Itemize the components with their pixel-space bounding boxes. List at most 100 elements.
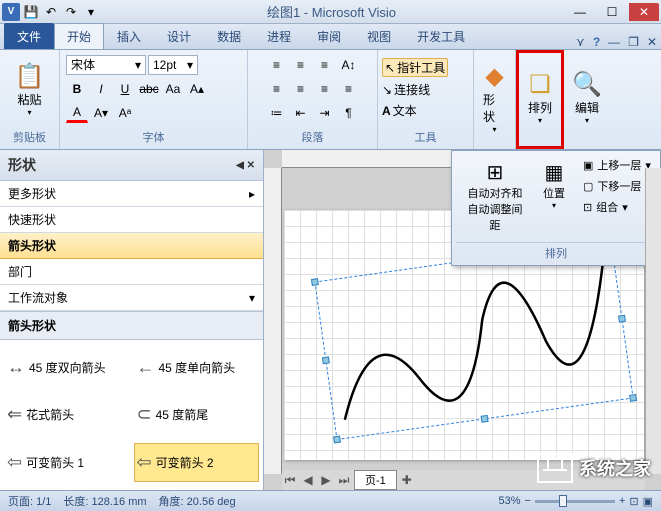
master-45-double-arrow[interactable]: ↔45 度双向箭头 [4, 348, 130, 387]
tab-process[interactable]: 进程 [254, 23, 304, 49]
italic-button[interactable]: I [90, 79, 112, 99]
full-screen-button[interactable]: ▣ [643, 495, 653, 508]
statusbar: 页面: 1/1 长度: 128.16 mm 角度: 20.56 deg 53% … [0, 490, 661, 511]
decrease-indent-button[interactable]: ⇤ [290, 103, 312, 123]
doc-restore-icon[interactable]: ❐ [624, 35, 643, 49]
page-nav-last[interactable]: ⏭ [336, 473, 352, 488]
tab-developer[interactable]: 开发工具 [404, 23, 478, 49]
master-variable-arrow-2[interactable]: ⇦可变箭头 2 [134, 443, 260, 482]
edit-button[interactable]: 🔍 编辑 ▾ [565, 67, 609, 128]
master-fancy-arrow[interactable]: ⇐花式箭头 [4, 395, 130, 434]
arrange-label: 排列 [528, 99, 552, 116]
stencil-list: 更多形状▸ 快速形状 箭头形状 部门 工作流对象▾ [0, 181, 263, 311]
master-45-arrow-tail[interactable]: ⊂45 度箭尾 [134, 395, 260, 434]
maximize-button[interactable]: ☐ [597, 3, 627, 21]
tab-data[interactable]: 数据 [204, 23, 254, 49]
stencil-workflow-objects[interactable]: 工作流对象▾ [0, 285, 263, 311]
change-case-button[interactable]: Aa [162, 79, 184, 99]
increase-indent-button[interactable]: ⇥ [314, 103, 336, 123]
shapes-pane-close-icon[interactable]: ◀ ✕ [236, 160, 255, 171]
close-button[interactable]: ✕ [629, 3, 659, 21]
qat-redo-icon[interactable]: ↷ [62, 3, 80, 21]
group-clipboard: 📋 粘贴 ▾ 剪贴板 [0, 50, 60, 149]
grow-font-button[interactable]: A▴ [186, 79, 208, 99]
ribbon-minimize-icon[interactable]: ⋎ [572, 35, 589, 49]
arrange-dropdown: ⊞ 自动对齐和自动调整间距 ▦ 位置▾ ▣上移一层▾ ▢下移一层▾ ⊡组合▾ 排… [451, 150, 661, 266]
align-center-button[interactable]: ≡ [290, 79, 312, 99]
stencil-more-shapes[interactable]: 更多形状▸ [0, 181, 263, 207]
tab-review[interactable]: 审阅 [304, 23, 354, 49]
page-tab[interactable]: 页-1 [354, 470, 397, 490]
underline-button[interactable]: U [114, 79, 136, 99]
zoom-level[interactable]: 53% [498, 495, 520, 507]
group-font: 宋体▾ 12pt▾ B I U abc Aa A▴ A A▾ Aᵃ 字体 [60, 50, 248, 149]
font-size-select[interactable]: 12pt▾ [148, 55, 198, 75]
zoom-in-button[interactable]: + [619, 495, 625, 507]
align-bottom-button[interactable]: ≡ [314, 55, 336, 75]
zoom-slider[interactable] [535, 500, 615, 503]
font-color-button[interactable]: A [66, 103, 88, 123]
fit-page-button[interactable]: ⊡ [629, 495, 638, 508]
insert-page-icon[interactable]: ✚ [399, 473, 415, 487]
selection-box[interactable] [314, 240, 633, 440]
auto-align-button[interactable]: ⊞ 自动对齐和自动调整间距 [456, 155, 534, 238]
shrink-font-button[interactable]: A▾ [90, 103, 112, 123]
strike-button[interactable]: abc [138, 79, 160, 99]
page-nav-next[interactable]: ▶ [318, 473, 334, 487]
align-top-button[interactable]: ≡ [266, 55, 288, 75]
text-tool-button[interactable]: 文本 [393, 102, 417, 119]
page-nav-prev[interactable]: ◀ [300, 473, 316, 487]
page-nav-first[interactable]: ⏮ [282, 473, 298, 488]
arrange-button[interactable]: ❏ 排列 ▾ [521, 67, 559, 128]
position-button[interactable]: ▦ 位置▾ [534, 155, 574, 238]
tab-design[interactable]: 设计 [154, 23, 204, 49]
minimize-button[interactable]: — [565, 3, 595, 21]
stencil-header: 箭头形状 [0, 311, 263, 340]
stencil-department[interactable]: 部门 [0, 259, 263, 285]
page-tab-bar: ⏮ ◀ ▶ ⏭ 页-1 ✚ [282, 470, 645, 490]
master-45-single-arrow[interactable]: ←45 度单向箭头 [134, 348, 260, 387]
tab-home[interactable]: 开始 [54, 23, 104, 49]
connector-tool-button[interactable]: 连接线 [394, 81, 430, 98]
group-label-shape [476, 143, 513, 147]
doc-minimize-icon[interactable]: — [604, 35, 624, 49]
bold-button[interactable]: B [66, 79, 88, 99]
master-variable-arrow-1[interactable]: ⇦可变箭头 1 [4, 443, 130, 482]
app-icon[interactable]: V [2, 3, 20, 21]
bullets-button[interactable]: ≔ [266, 103, 288, 123]
ribbon: 📋 粘贴 ▾ 剪贴板 宋体▾ 12pt▾ B I U abc Aa A▴ A [0, 50, 661, 150]
orientation-button[interactable]: A↕ [338, 55, 360, 75]
pointer-tool-button[interactable]: 指针工具 [397, 59, 445, 76]
font-family-select[interactable]: 宋体▾ [66, 55, 146, 75]
edit-label: 编辑 [575, 99, 599, 116]
stencil-quick-shapes[interactable]: 快速形状 [0, 207, 263, 233]
curved-line-shape[interactable] [315, 241, 634, 441]
align-right-button[interactable]: ≡ [314, 79, 336, 99]
align-left-button[interactable]: ≡ [266, 79, 288, 99]
group-label-edit [566, 143, 608, 147]
shape-styles-button[interactable]: ◆ 形状 ▾ [476, 59, 513, 137]
qat-dropdown-icon[interactable]: ▾ [82, 3, 100, 21]
qat-save-icon[interactable]: 💾 [22, 3, 40, 21]
line-spacing-button[interactable]: ¶ [338, 103, 360, 123]
stencil-arrow-shapes[interactable]: 箭头形状 [0, 233, 263, 259]
justify-button[interactable]: ≡ [338, 79, 360, 99]
superscript-button[interactable]: Aᵃ [114, 103, 136, 123]
drawing-canvas[interactable]: ⊞ 自动对齐和自动调整间距 ▦ 位置▾ ▣上移一层▾ ▢下移一层▾ ⊡组合▾ 排… [264, 150, 661, 490]
ribbon-tabs: 文件 开始 插入 设计 数据 进程 审阅 视图 开发工具 ⋎ ? — ❐ ✕ [0, 24, 661, 50]
doc-close-icon[interactable]: ✕ [643, 35, 661, 49]
vertical-scrollbar[interactable] [645, 168, 661, 474]
paste-button[interactable]: 📋 粘贴 ▾ [8, 59, 52, 120]
group-edit: 🔍 编辑 ▾ [564, 50, 610, 149]
zoom-out-button[interactable]: − [525, 495, 531, 507]
group-label-clipboard: 剪贴板 [2, 127, 57, 147]
qat-undo-icon[interactable]: ↶ [42, 3, 60, 21]
tab-insert[interactable]: 插入 [104, 23, 154, 49]
tab-file[interactable]: 文件 [4, 23, 54, 49]
vertical-ruler [264, 168, 282, 474]
align-middle-button[interactable]: ≡ [290, 55, 312, 75]
auto-align-icon: ⊞ [487, 160, 504, 185]
status-angle: 角度: 20.56 deg [159, 493, 236, 509]
tab-view[interactable]: 视图 [354, 23, 404, 49]
help-icon[interactable]: ? [589, 35, 604, 49]
